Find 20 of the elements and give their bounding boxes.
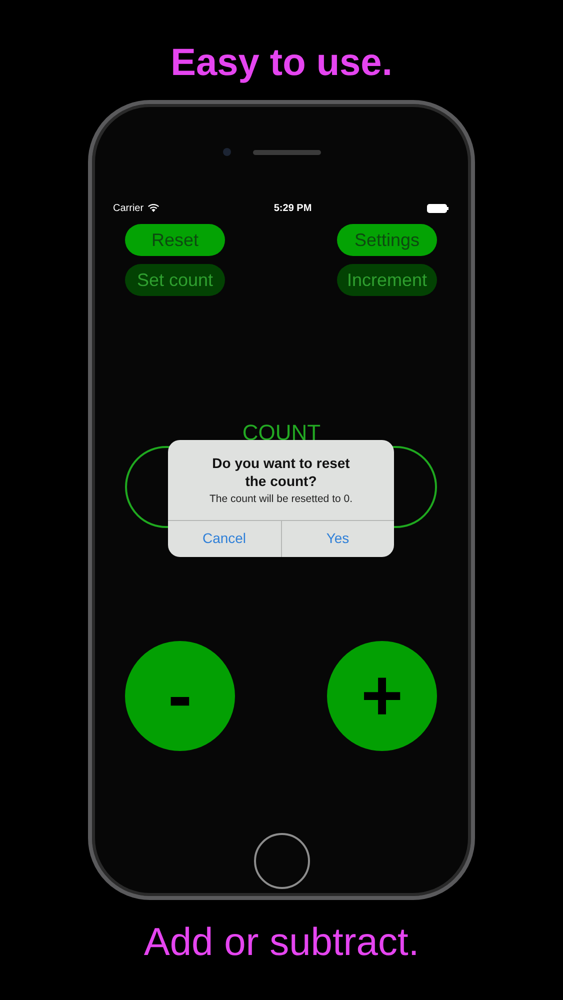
camera-icon	[222, 148, 230, 156]
caption: Add or subtract.	[144, 921, 420, 964]
battery-icon	[426, 204, 449, 212]
confirm-button[interactable]: Yes	[280, 520, 394, 557]
app-button[interactable]: Reset	[125, 224, 225, 256]
alert-message: The count will be resetted to 0.	[208, 492, 354, 507]
alert-title: Do you want to reset the count?	[211, 454, 351, 490]
headline: Easy to use.	[170, 42, 392, 84]
cancel-button[interactable]: Cancel	[168, 520, 280, 557]
carrier-label: Carrier	[113, 202, 144, 216]
speaker-grille	[252, 150, 320, 154]
increment-button[interactable]: +	[327, 641, 437, 751]
decrement-button[interactable]: -	[125, 641, 235, 751]
app-button[interactable]: Settings	[337, 224, 437, 256]
app-button[interactable]: Set count	[125, 264, 225, 296]
app-button[interactable]: Increment	[337, 264, 437, 296]
count-label: COUNT	[242, 420, 321, 445]
clock: 5:29 PM	[274, 202, 312, 216]
home-button[interactable]	[254, 833, 310, 889]
wifi-icon	[148, 204, 159, 212]
